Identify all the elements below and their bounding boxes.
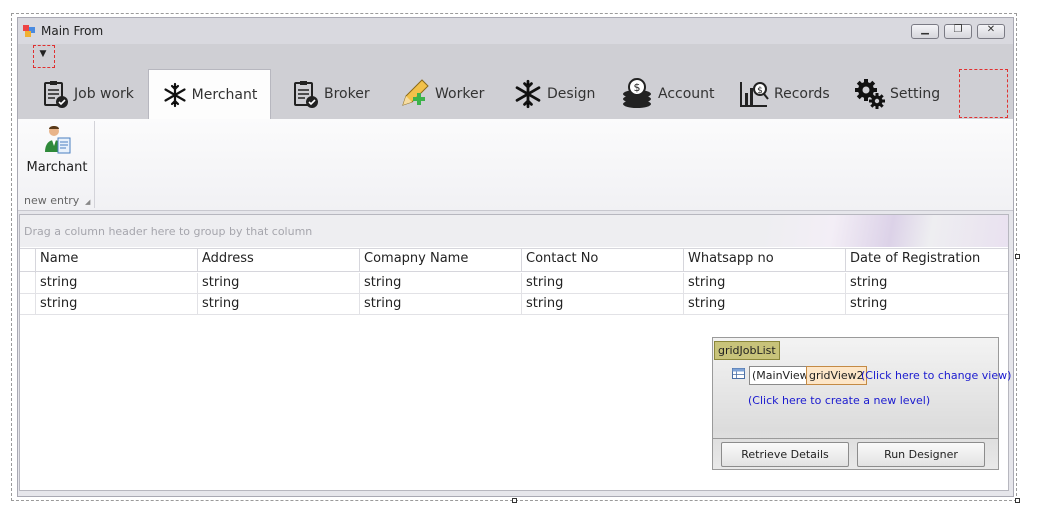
tab-label: Records <box>774 85 830 102</box>
ribbon-group-caption: new entry <box>24 194 80 207</box>
column-header-whatsapp-no[interactable]: Whatsapp no <box>683 248 845 272</box>
group-panel-hint: Drag a column header here to group by th… <box>24 225 313 238</box>
person-document-icon <box>45 126 71 154</box>
table-cell[interactable]: string <box>35 273 197 294</box>
column-header-date-of-registration[interactable]: Date of Registration <box>845 248 1008 272</box>
snowflake-icon <box>164 82 186 108</box>
tab-label: Merchant <box>191 87 258 103</box>
tab-label: Design <box>547 85 596 102</box>
table-cell[interactable]: string <box>521 294 683 315</box>
chart-money-icon: $ <box>740 81 769 107</box>
resize-handle-right[interactable] <box>1015 254 1020 259</box>
tab-broker[interactable]: Broker <box>290 69 380 118</box>
title-bar[interactable] <box>18 18 1013 44</box>
pencil-plus-icon <box>402 78 429 106</box>
tab-label: Setting <box>890 85 941 102</box>
table-cell[interactable]: string <box>521 273 683 294</box>
tab-label: Job work <box>74 85 134 102</box>
tab-label: Account <box>658 85 715 102</box>
close-icon: ✕ <box>986 24 996 35</box>
clipboard-check-icon <box>294 80 318 108</box>
clipboard-check-icon <box>44 80 68 108</box>
group-launcher-icon[interactable]: ◢ <box>85 198 90 206</box>
tab-job-work[interactable]: Job work <box>40 69 140 118</box>
run-designer-button[interactable]: Run Designer <box>857 442 985 467</box>
table-cell[interactable]: string <box>359 294 521 315</box>
minimize-button[interactable]: ▁ <box>911 24 939 39</box>
column-header-address[interactable]: Address <box>197 248 359 272</box>
svg-text:$: $ <box>634 81 641 94</box>
ribbon-group-separator <box>94 121 95 208</box>
tab-label: Broker <box>324 85 370 102</box>
retrieve-details-button[interactable]: Retrieve Details <box>721 442 849 467</box>
tab-records[interactable]: $ Records <box>738 69 838 118</box>
resize-handle-bottom[interactable] <box>512 498 517 503</box>
gears-icon <box>855 78 885 109</box>
view-name-label[interactable]: gridView2 <box>806 366 867 385</box>
marchant-button-label[interactable]: Marchant <box>24 160 90 175</box>
tab-design[interactable]: Design <box>513 69 603 118</box>
tab-label: Worker <box>435 85 485 102</box>
window-title: Main From <box>41 24 104 38</box>
grid-name-label[interactable]: gridJobList <box>714 341 780 360</box>
tab-merchant[interactable]: Merchant <box>148 69 271 120</box>
minimize-icon: ▁ <box>921 24 929 35</box>
create-level-link[interactable]: (Click here to create a new level) <box>748 394 930 407</box>
ribbon-right-placeholder <box>959 69 1008 118</box>
table-cell[interactable]: string <box>35 294 197 315</box>
svg-text:$: $ <box>757 86 763 96</box>
tab-setting[interactable]: Setting <box>854 69 954 118</box>
column-header-contact-no[interactable]: Contact No <box>521 248 683 272</box>
table-cell[interactable]: string <box>359 273 521 294</box>
ribbon-page <box>18 119 1013 211</box>
tab-account[interactable]: $ Account <box>620 69 720 118</box>
snowflake-icon <box>515 79 541 108</box>
table-cell[interactable]: string <box>683 294 845 315</box>
app-icon <box>23 25 35 37</box>
column-header-name[interactable]: Name <box>35 248 197 272</box>
table-cell[interactable]: string <box>197 294 359 315</box>
maximize-button[interactable]: ❐ <box>944 24 972 39</box>
close-button[interactable]: ✕ <box>977 24 1005 39</box>
grid-view-icon <box>732 368 745 379</box>
coins-icon: $ <box>623 77 651 108</box>
table-cell[interactable]: string <box>845 273 1008 294</box>
column-header-company-name[interactable]: Comapny Name <box>359 248 521 272</box>
table-cell[interactable]: string <box>197 273 359 294</box>
qat-dropdown-icon[interactable]: ▼ <box>37 49 49 61</box>
tab-worker[interactable]: Worker <box>397 69 492 118</box>
table-cell[interactable]: string <box>845 294 1008 315</box>
restore-icon: ❐ <box>953 24 963 35</box>
change-view-link[interactable]: (Click here to change view) <box>861 369 1011 382</box>
resize-handle-corner[interactable] <box>1015 498 1020 503</box>
table-cell[interactable]: string <box>683 273 845 294</box>
designer-divider <box>713 438 998 439</box>
